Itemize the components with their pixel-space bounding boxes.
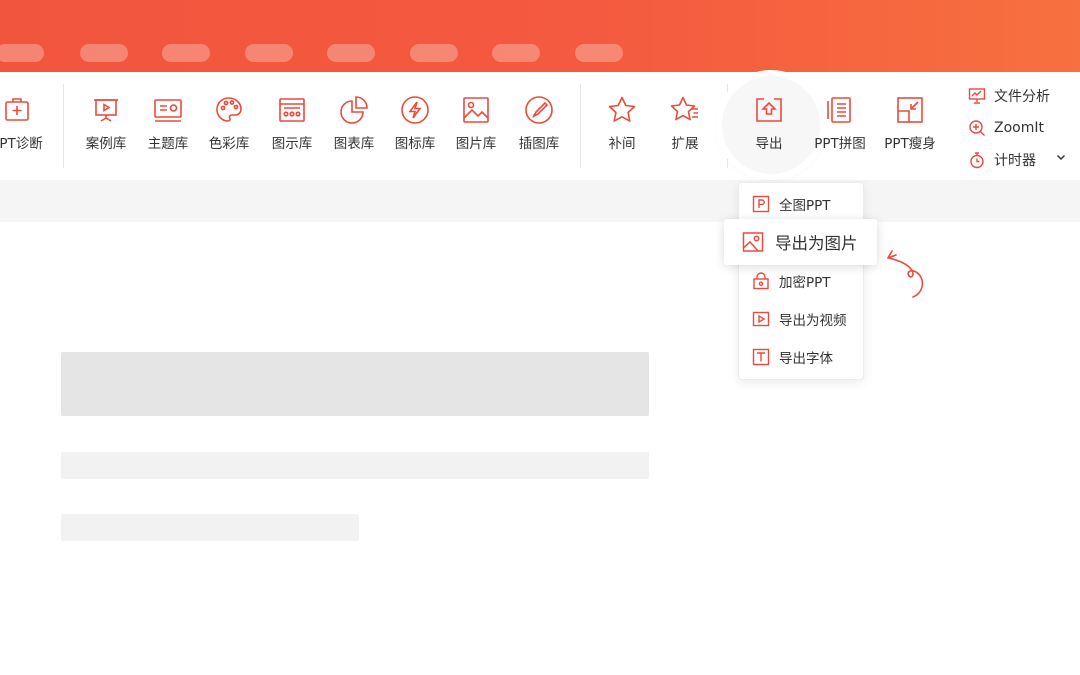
timer-icon [970, 152, 984, 169]
icon-library-icon [399, 94, 431, 126]
menu-item-label: 全图PPT [779, 198, 831, 214]
menu-item-export-video[interactable]: 导出为视频 [752, 308, 847, 330]
tool-illustration-library[interactable]: 插图库 [507, 94, 571, 164]
tool-diagram-library[interactable]: 图示库 [260, 94, 324, 164]
tool-theme-library[interactable]: 主题库 [136, 94, 200, 164]
skeleton-line [61, 514, 359, 541]
tab-placeholder-2[interactable] [80, 44, 128, 62]
extend-star-icon [669, 94, 701, 126]
tool-label: 图标库 [394, 136, 436, 152]
collage-icon [824, 94, 856, 126]
ribbon-separator [63, 84, 64, 168]
zoom-in-icon [969, 120, 985, 136]
skeleton-block [61, 352, 649, 416]
tool-ppt-slim[interactable]: PPT瘦身 [878, 94, 942, 164]
menu-item-label: 导出为视频 [779, 313, 847, 329]
image-library-icon [460, 94, 492, 126]
menu-item-label: 加密PPT [779, 275, 831, 291]
side-item-label: 计时器 [994, 153, 1036, 169]
menu-item-encrypt-ppt[interactable]: 加密PPT [752, 270, 831, 292]
tool-tween[interactable]: 补间 [590, 94, 654, 164]
menu-item-export-image[interactable]: 导出为图片 [724, 219, 877, 265]
case-library-icon [90, 94, 122, 126]
tab-placeholder-3[interactable] [162, 44, 210, 62]
menu-item-label: 导出为图片 [775, 234, 858, 253]
tool-icon-library[interactable]: 图标库 [383, 94, 447, 164]
pointer-arrow-icon [887, 250, 924, 298]
tool-export-button[interactable]: 导出 [737, 94, 801, 164]
menu-item-label: 导出字体 [779, 351, 833, 367]
tool-chart-library[interactable]: 图表库 [322, 94, 386, 164]
slim-icon [894, 94, 926, 126]
tool-extend[interactable]: 扩展 [653, 94, 717, 164]
chart-library-icon [338, 94, 370, 126]
side-item-label: ZoomIt [994, 120, 1044, 136]
tool-label: PPT拼图 [814, 136, 866, 152]
ribbon-sub-bar [0, 180, 1080, 222]
tool-label: PPT诊断 [0, 136, 43, 152]
tool-image-library[interactable]: 图片库 [444, 94, 508, 164]
theme-library-icon [152, 94, 184, 126]
tool-label: 扩展 [671, 136, 699, 152]
diagnosis-icon [1, 94, 33, 126]
p-square-icon [752, 195, 770, 213]
tool-ppt-collage[interactable]: PPT拼图 [808, 94, 872, 164]
tool-label: 案例库 [85, 136, 127, 152]
tool-label: 图片库 [455, 136, 497, 152]
menu-item-export-font[interactable]: 导出字体 [752, 346, 833, 368]
picture-icon [742, 232, 764, 252]
ribbon-separator [580, 84, 581, 168]
video-icon [752, 311, 770, 327]
tab-placeholder-5[interactable] [327, 44, 375, 62]
tween-star-icon [606, 94, 638, 126]
palette-icon [213, 94, 245, 126]
tab-placeholder-7[interactable] [492, 44, 540, 62]
zoomit-button[interactable]: ZoomIt [968, 112, 1080, 144]
tool-case-library[interactable]: 案例库 [74, 94, 138, 164]
tab-placeholder-1[interactable] [0, 44, 44, 62]
tab-placeholder-6[interactable] [410, 44, 458, 62]
tool-label: 导出 [755, 136, 783, 152]
lock-icon [753, 272, 769, 290]
tool-label: PPT瘦身 [884, 136, 936, 152]
tool-ppt-diagnosis[interactable]: PPT诊断 [0, 94, 49, 164]
tab-placeholder-4[interactable] [245, 44, 293, 62]
tool-label: 补间 [608, 136, 636, 152]
illustration-library-icon [523, 94, 555, 126]
tool-label: 色彩库 [208, 136, 250, 152]
diagram-library-icon [276, 94, 308, 126]
tool-label: 插图库 [518, 136, 560, 152]
menu-item-full-image-ppt[interactable]: 全图PPT [752, 193, 831, 215]
title-tab-bar [0, 0, 1080, 72]
tool-label: 图示库 [271, 136, 313, 152]
tool-label: 图表库 [333, 136, 375, 152]
side-item-label: 文件分析 [994, 89, 1050, 105]
file-analysis-button[interactable]: 文件分析 [968, 80, 1080, 112]
font-t-icon [752, 348, 770, 366]
tab-placeholder-8[interactable] [575, 44, 623, 62]
export-icon [753, 94, 785, 126]
tool-palette[interactable]: 色彩库 [197, 94, 261, 164]
tool-label: 主题库 [147, 136, 189, 152]
file-analysis-icon [968, 88, 986, 104]
chevron-down-icon[interactable] [1054, 150, 1068, 164]
skeleton-line [61, 452, 649, 479]
